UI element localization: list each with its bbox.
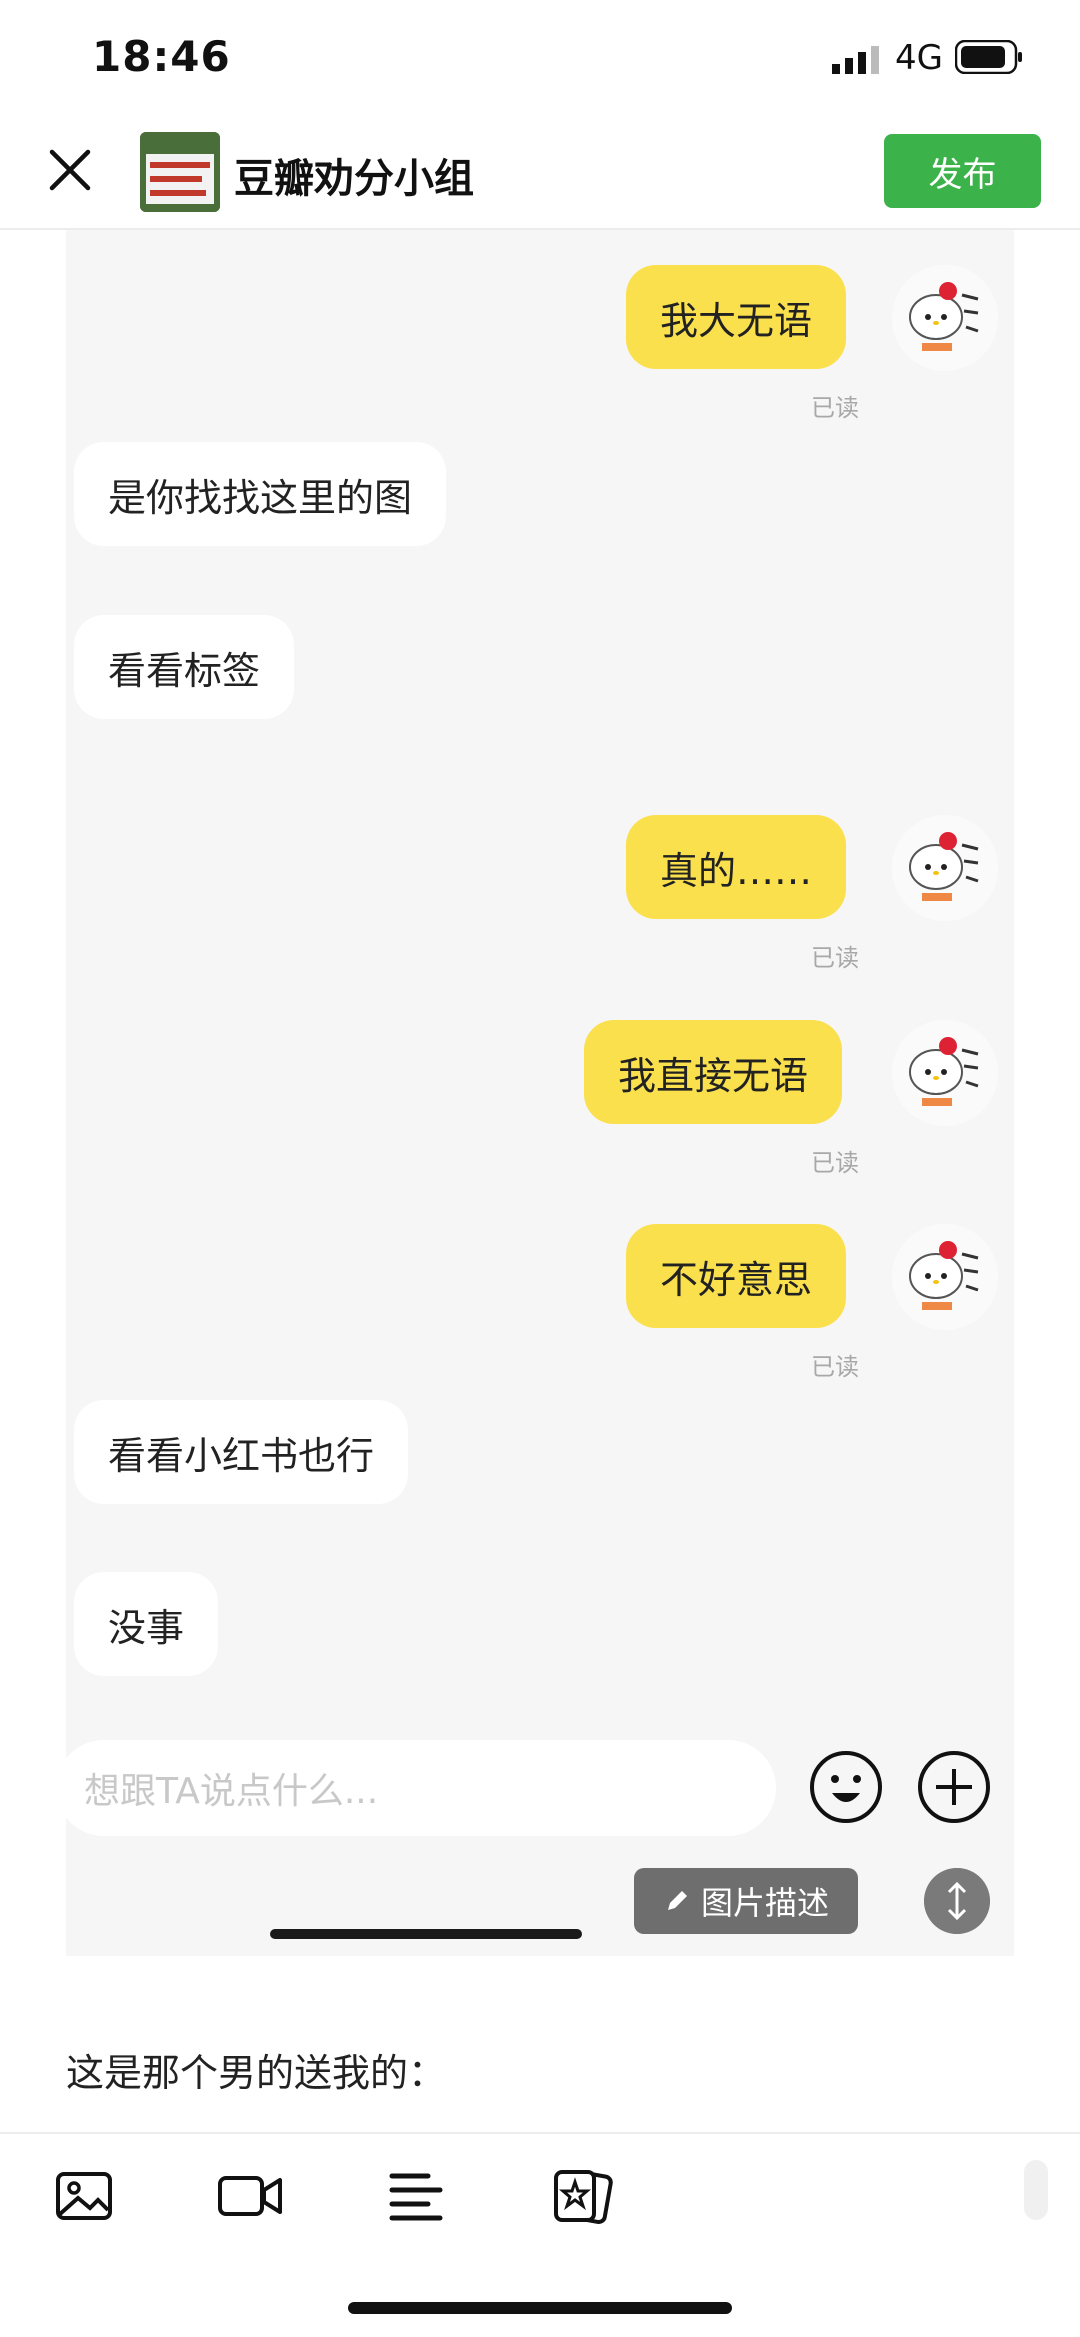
chat-bubble-incoming: 看看标签 — [74, 615, 295, 719]
home-indicator — [348, 2302, 732, 2314]
read-status: 已读 — [811, 394, 859, 422]
group-avatar[interactable] — [140, 132, 220, 212]
sticker-icon[interactable] — [548, 2160, 620, 2232]
image-icon[interactable] — [48, 2160, 120, 2232]
status-time: 18:46 — [92, 32, 231, 81]
toolbar-scroll-handle — [1024, 2160, 1048, 2220]
chat-screenshot-image[interactable]: 我大无语 已读 是你找找这里的图 看看标签 真的…… 已读 我直接无语 已读 不… — [66, 230, 1014, 1956]
chat-bubble-incoming: 看看小红书也行 — [74, 1400, 409, 1504]
chat-bubble-outgoing: 真的…… — [626, 815, 847, 919]
toolbar-divider — [0, 2132, 1080, 2134]
image-description-label: 图片描述 — [700, 1884, 829, 1922]
read-status: 已读 — [811, 944, 859, 972]
signal-icon — [832, 46, 879, 74]
chat-bubble-outgoing: 我直接无语 — [584, 1020, 843, 1124]
plus-circle-icon — [918, 1751, 990, 1823]
chat-input-placeholder: 想跟TA说点什么... — [66, 1740, 776, 1836]
battery-icon — [955, 40, 1022, 74]
post-caption-text[interactable]: 这是那个男的送我的： — [66, 2042, 446, 2097]
pencil-icon — [667, 1891, 687, 1910]
image-description-button[interactable]: 图片描述 — [634, 1868, 858, 1934]
chat-bubble-incoming: 没事 — [74, 1572, 219, 1676]
resize-vertical-icon[interactable] — [924, 1868, 990, 1934]
avatar — [892, 265, 998, 371]
avatar — [892, 1020, 998, 1126]
avatar — [892, 815, 998, 921]
publish-button[interactable]: 发布 — [884, 134, 1041, 208]
network-type: 4G — [895, 38, 943, 78]
group-title[interactable]: 豆瓣劝分小组 — [234, 146, 474, 204]
screenshot-home-indicator — [270, 1929, 582, 1939]
video-icon[interactable] — [214, 2160, 286, 2232]
text-format-icon[interactable] — [380, 2160, 452, 2232]
read-status: 已读 — [811, 1353, 859, 1381]
chat-bubble-incoming: 是你找找这里的图 — [74, 442, 447, 546]
chat-bubble-outgoing: 我大无语 — [626, 265, 847, 369]
read-status: 已读 — [811, 1149, 859, 1177]
emoji-icon — [810, 1751, 882, 1823]
close-icon[interactable] — [40, 140, 100, 200]
avatar — [892, 1224, 998, 1330]
chat-bubble-outgoing: 不好意思 — [626, 1224, 847, 1328]
